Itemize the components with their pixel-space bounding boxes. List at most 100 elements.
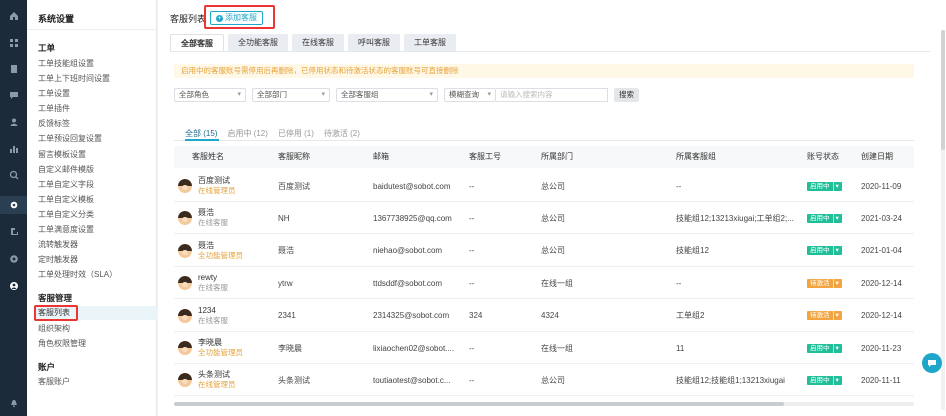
sidebar-item[interactable]: 工单技能组设置 [38, 58, 94, 69]
avatar [178, 341, 192, 355]
status-label: 启用中 [810, 214, 830, 222]
stats-icon[interactable] [0, 140, 27, 158]
status-label: 启用中 [810, 376, 830, 384]
sidebar-item[interactable]: 工单上下班时间设置 [38, 73, 110, 84]
search-button[interactable]: 搜索 [614, 88, 639, 102]
avatar [178, 308, 192, 323]
globe-icon[interactable] [0, 250, 27, 268]
search-icon[interactable] [0, 166, 27, 184]
agent-number: -- [469, 181, 475, 191]
account-icon[interactable] [0, 277, 27, 295]
table-row[interactable]: 聂浩 全功能管理员 聂浩 niehao@sobot.com -- 总公司 技能组12 启用中 ▾… [174, 235, 914, 267]
user-icon[interactable] [0, 113, 27, 131]
notice-bar: 启用中的客服账号需停用后再删除，已停用状态和待激活状态的客服账号可直接删除 [174, 64, 914, 78]
sidebar-item[interactable]: 工单设置 [38, 88, 70, 99]
status-tab-disabled[interactable]: 已停用 (1) [278, 128, 314, 139]
chat-support-button[interactable] [922, 353, 942, 373]
sidebar-item[interactable]: 工单处理时效（SLA） [38, 269, 117, 280]
message-icon[interactable] [0, 86, 27, 104]
group-select[interactable]: 全部客服组 ▾ [336, 88, 438, 102]
sidebar-item-agent-account[interactable]: 客服账户 [38, 376, 70, 387]
sidebar-item-roles[interactable]: 角色权限管理 [38, 338, 86, 349]
agent-group: 技能组12 [676, 246, 709, 256]
grid-icon[interactable] [0, 34, 27, 52]
table-row[interactable]: 1234 在线客服 2341 2314325@sobot.com 324 4324 工单组2… [174, 300, 914, 332]
tab-all-agents[interactable]: 全部客服 [170, 34, 224, 52]
agent-number: -- [469, 213, 475, 223]
main-panel: 客服列表 + 添加客服 全部客服 全功能客服 在线客服 呼叫客服 工单客服 启用… [158, 0, 946, 416]
page-vertical-scrollbar[interactable] [941, 30, 945, 410]
agent-department: 在线一组 [541, 343, 573, 353]
tab-call-agents[interactable]: 呼叫客服 [348, 34, 400, 52]
tab-ticket-agents[interactable]: 工单客服 [404, 34, 456, 52]
sidebar-item[interactable]: 留言模板设置 [38, 149, 86, 160]
search-input[interactable]: 请输入搜索内容 [496, 88, 608, 102]
status-badge[interactable]: 启用中 ▾ [807, 343, 842, 353]
status-label: 待激活 [810, 279, 830, 287]
chevron-down-icon: ▾ [832, 246, 839, 256]
table-row[interactable]: 百度测试 在线管理员 百度测试 baidutest@sobot.com -- 总公司 -- 启… [174, 170, 914, 202]
status-badge[interactable]: 启用中 ▾ [807, 213, 842, 223]
sidebar-item[interactable]: 工单自定义字段 [38, 179, 94, 190]
agent-email: ttdsddf@sobot.com [373, 278, 443, 288]
sidebar-item[interactable]: 工单自定义模板 [38, 194, 94, 205]
table-row[interactable]: rewty 在线客服 ytrw ttdsddf@sobot.com -- 在线一组 -- 待激… [174, 267, 914, 300]
settings-icon[interactable] [0, 196, 27, 214]
sidebar-group-agent-mgmt: 客服管理 [38, 293, 73, 303]
sidebar-item[interactable]: 定时触发器 [38, 254, 78, 265]
tab-online-agents[interactable]: 在线客服 [292, 34, 344, 52]
status-badge[interactable]: 待激活 ▾ [807, 311, 842, 321]
sidebar-item[interactable]: 工单预设回复设置 [38, 133, 102, 144]
page-title: 客服列表 [170, 14, 207, 24]
account-status-cell: 启用中 ▾ [807, 364, 857, 396]
agent-role: 在线管理员 [198, 380, 236, 390]
sidebar-item[interactable]: 自定义邮件模版 [38, 164, 94, 175]
column-header: 所属客服组 [676, 152, 716, 161]
agent-nickname: ytrw [278, 278, 293, 288]
chevron-down-icon: ▾ [832, 181, 839, 191]
agent-name: 百度测试 [198, 176, 230, 185]
table-row[interactable]: 头条测试 在线管理员 头条测试 toutiaotest@sobot.c... -- 总公司… [174, 364, 914, 397]
status-badge[interactable]: 启用中 ▾ [807, 181, 842, 191]
column-header: 账号状态 [807, 152, 839, 161]
agent-group: 技能组12;13213xiugai;工单组2;... [676, 213, 794, 223]
agent-name: 聂浩 [198, 240, 214, 250]
agent-name-cell: 聂浩 全功能管理员 [176, 235, 276, 267]
status-label: 待激活 [810, 312, 830, 320]
home-icon[interactable] [0, 7, 27, 25]
status-tab-all[interactable]: 全部 (15) [185, 128, 217, 139]
sidebar-item[interactable]: 流转触发器 [38, 239, 78, 250]
agent-group: -- [676, 181, 682, 191]
role-select[interactable]: 全部角色 ▾ [174, 88, 246, 102]
tab-full-agents[interactable]: 全功能客服 [228, 34, 288, 52]
sidebar-item[interactable]: 反馈标签 [38, 118, 70, 129]
table-row[interactable]: 聂浩 在线客服 NH 1367738925@qq.com -- 总公司 技能组12;1321… [174, 202, 914, 235]
dept-select[interactable]: 全部部门 ▾ [252, 88, 330, 102]
bell-icon[interactable] [0, 394, 27, 412]
status-tab-enabled[interactable]: 启用中 (12) [227, 128, 267, 139]
agent-department: 总公司 [541, 213, 565, 223]
document-icon[interactable] [0, 60, 27, 78]
sidebar-title: 系统设置 [38, 14, 75, 24]
status-badge[interactable]: 启用中 ▾ [807, 375, 842, 385]
table-horizontal-scrollbar[interactable] [174, 402, 914, 406]
scroll-thumb[interactable] [941, 30, 945, 150]
account-status-cell: 待激活 ▾ [807, 300, 857, 332]
created-date: 2020-12-14 [861, 278, 902, 288]
chevron-down-icon: ▾ [832, 343, 839, 353]
sidebar-item[interactable]: 工单插件 [38, 103, 70, 114]
table-row[interactable]: 李晓晨 全功能管理员 李晓晨 lixiaochen02@sobot.... -- 在线一组… [174, 332, 914, 364]
agent-name: 头条测试 [198, 370, 230, 380]
status-tab-pending[interactable]: 待激活 (2) [324, 128, 360, 139]
scroll-thumb[interactable] [174, 402, 784, 406]
search-mode-select[interactable]: 模糊查询 ▾ [444, 88, 496, 102]
export-icon[interactable] [0, 222, 27, 240]
status-badge[interactable]: 启用中 ▾ [807, 246, 842, 256]
agent-role: 在线客服 [198, 283, 228, 293]
status-badge[interactable]: 待激活 ▾ [807, 278, 842, 288]
sidebar-item[interactable]: 工单自定义分类 [38, 209, 94, 220]
agent-number: -- [469, 278, 475, 288]
sidebar-item[interactable]: 工单满意度设置 [38, 224, 94, 235]
agent-department: 在线一组 [541, 278, 573, 288]
sidebar-item-org[interactable]: 组织架构 [38, 323, 70, 334]
